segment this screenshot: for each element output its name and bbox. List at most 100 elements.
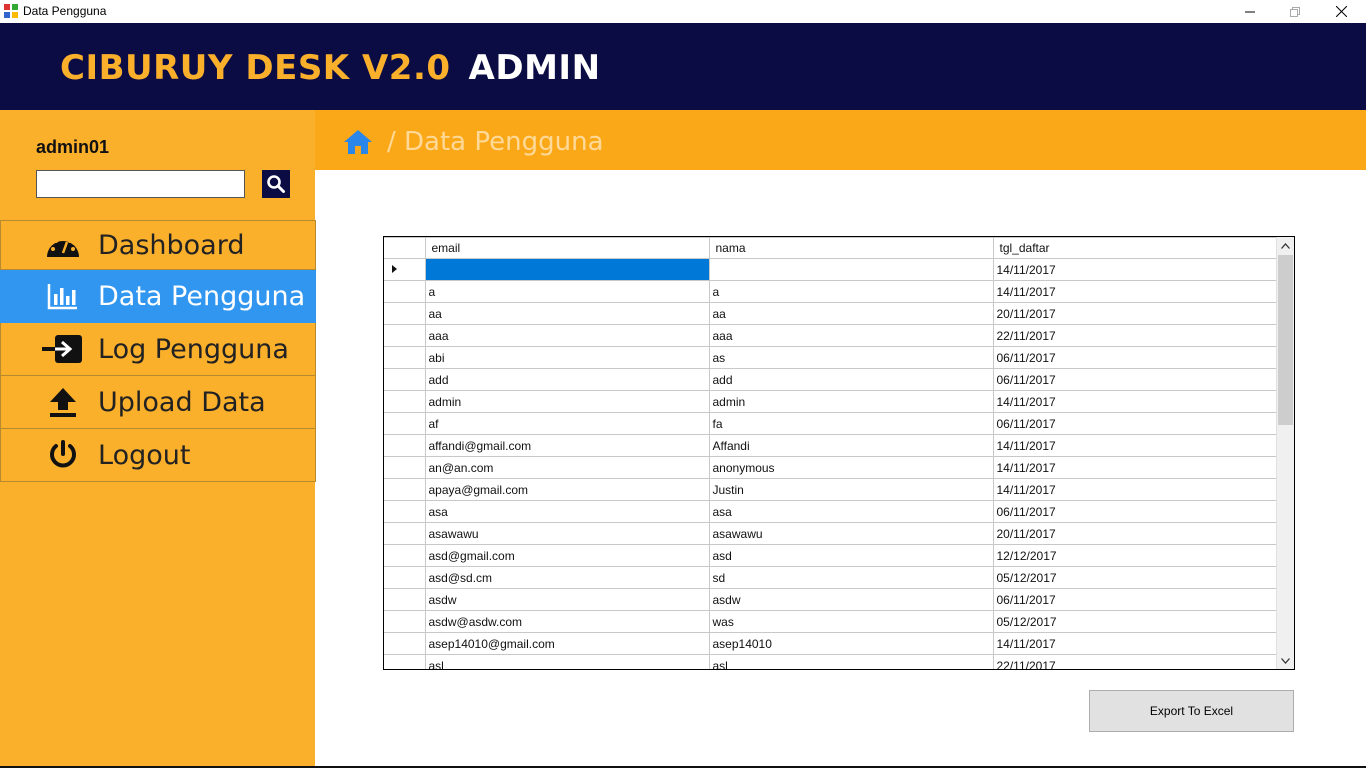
cell-nama[interactable]: a xyxy=(708,280,994,303)
minimize-button[interactable] xyxy=(1227,0,1273,23)
cell-email[interactable]: aa xyxy=(424,302,710,325)
cell-tgl-daftar[interactable]: 20/11/2017 xyxy=(992,302,1278,325)
cell-email[interactable]: a xyxy=(424,280,710,303)
cell-tgl-daftar[interactable]: 06/11/2017 xyxy=(992,346,1278,369)
table-row[interactable]: asl asl 22/11/2017 xyxy=(384,654,1278,669)
cell-tgl-daftar[interactable]: 14/11/2017 xyxy=(992,390,1278,413)
cell-tgl-daftar[interactable]: 06/11/2017 xyxy=(992,412,1278,435)
cell-email[interactable]: affandi@gmail.com xyxy=(424,434,710,457)
cell-nama[interactable]: asl xyxy=(708,654,994,669)
table-row[interactable]: asdw@asdw.com was 05/12/2017 xyxy=(384,610,1278,633)
cell-nama[interactable]: aa xyxy=(708,302,994,325)
column-header-email[interactable]: email xyxy=(424,237,710,259)
home-icon[interactable] xyxy=(343,129,373,155)
cell-nama[interactable]: asd xyxy=(708,544,994,567)
export-to-excel-button[interactable]: Export To Excel xyxy=(1089,690,1294,732)
row-header[interactable] xyxy=(384,302,426,325)
cell-tgl-daftar[interactable]: 14/11/2017 xyxy=(992,258,1278,281)
table-row[interactable]: asa asa 06/11/2017 xyxy=(384,500,1278,523)
row-header[interactable] xyxy=(384,544,426,567)
cell-tgl-daftar[interactable]: 06/11/2017 xyxy=(992,500,1278,523)
data-grid[interactable]: email nama tgl_daftar 14/11/2017 a a 14/11/… xyxy=(383,236,1295,670)
cell-nama[interactable]: asdw xyxy=(708,588,994,611)
table-row[interactable]: apaya@gmail.com Justin 14/11/2017 xyxy=(384,478,1278,501)
cell-email[interactable] xyxy=(424,258,710,281)
row-header[interactable] xyxy=(384,522,426,545)
row-header[interactable] xyxy=(384,654,426,669)
vertical-scrollbar[interactable] xyxy=(1276,237,1294,669)
sidebar-item-data-pengguna[interactable]: Data Pengguna xyxy=(0,270,316,323)
cell-tgl-daftar[interactable]: 14/11/2017 xyxy=(992,632,1278,655)
table-row[interactable]: add add 06/11/2017 xyxy=(384,368,1278,391)
cell-tgl-daftar[interactable]: 14/11/2017 xyxy=(992,478,1278,501)
cell-email[interactable]: an@an.com xyxy=(424,456,710,479)
row-header[interactable] xyxy=(384,390,426,413)
cell-tgl-daftar[interactable]: 22/11/2017 xyxy=(992,654,1278,669)
scroll-up-button[interactable] xyxy=(1277,237,1294,254)
cell-nama[interactable]: add xyxy=(708,368,994,391)
row-header[interactable] xyxy=(384,610,426,633)
cell-tgl-daftar[interactable]: 20/11/2017 xyxy=(992,522,1278,545)
row-header[interactable] xyxy=(384,588,426,611)
cell-nama[interactable]: sd xyxy=(708,566,994,589)
column-header-tgl-daftar[interactable]: tgl_daftar xyxy=(992,237,1278,259)
table-row[interactable]: asd@gmail.com asd 12/12/2017 xyxy=(384,544,1278,567)
cell-tgl-daftar[interactable]: 06/11/2017 xyxy=(992,368,1278,391)
cell-email[interactable]: asep14010@gmail.com xyxy=(424,632,710,655)
cell-nama[interactable]: Affandi xyxy=(708,434,994,457)
table-row[interactable]: an@an.com anonymous 14/11/2017 xyxy=(384,456,1278,479)
row-header[interactable] xyxy=(384,324,426,347)
cell-tgl-daftar[interactable]: 14/11/2017 xyxy=(992,280,1278,303)
cell-email[interactable]: abi xyxy=(424,346,710,369)
cell-nama[interactable]: asa xyxy=(708,500,994,523)
cell-email[interactable]: asd@sd.cm xyxy=(424,566,710,589)
sidebar-item-upload-data[interactable]: Upload Data xyxy=(0,376,316,429)
column-header-nama[interactable]: nama xyxy=(708,237,994,259)
cell-nama[interactable]: was xyxy=(708,610,994,633)
cell-email[interactable]: asl xyxy=(424,654,710,669)
table-row[interactable]: abi as 06/11/2017 xyxy=(384,346,1278,369)
cell-email[interactable]: af xyxy=(424,412,710,435)
row-header[interactable] xyxy=(384,346,426,369)
cell-tgl-daftar[interactable]: 14/11/2017 xyxy=(992,456,1278,479)
table-row[interactable]: aa aa 20/11/2017 xyxy=(384,302,1278,325)
table-row[interactable]: affandi@gmail.com Affandi 14/11/2017 xyxy=(384,434,1278,457)
cell-nama[interactable] xyxy=(708,258,994,281)
cell-nama[interactable]: fa xyxy=(708,412,994,435)
sidebar-item-dashboard[interactable]: Dashboard xyxy=(0,220,316,270)
scrollbar-thumb[interactable] xyxy=(1278,255,1293,425)
cell-nama[interactable]: asawawu xyxy=(708,522,994,545)
scroll-down-button[interactable] xyxy=(1277,652,1294,669)
cell-tgl-daftar[interactable]: 05/12/2017 xyxy=(992,566,1278,589)
row-header[interactable] xyxy=(384,632,426,655)
row-header[interactable] xyxy=(384,500,426,523)
cell-nama[interactable]: anonymous xyxy=(708,456,994,479)
close-button[interactable] xyxy=(1318,0,1364,23)
cell-nama[interactable]: aaa xyxy=(708,324,994,347)
table-row[interactable]: asep14010@gmail.com asep14010 14/11/2017 xyxy=(384,632,1278,655)
row-header[interactable] xyxy=(384,412,426,435)
cell-nama[interactable]: admin xyxy=(708,390,994,413)
row-header[interactable] xyxy=(384,456,426,479)
row-header[interactable] xyxy=(384,434,426,457)
row-header[interactable] xyxy=(384,368,426,391)
table-row[interactable]: asd@sd.cm sd 05/12/2017 xyxy=(384,566,1278,589)
maximize-button[interactable] xyxy=(1272,0,1318,23)
sidebar-item-logout[interactable]: Logout xyxy=(0,429,316,482)
cell-nama[interactable]: asep14010 xyxy=(708,632,994,655)
cell-tgl-daftar[interactable]: 12/12/2017 xyxy=(992,544,1278,567)
sidebar-item-log-pengguna[interactable]: Log Pengguna xyxy=(0,323,316,376)
search-button[interactable] xyxy=(262,170,290,198)
row-header[interactable] xyxy=(384,280,426,303)
cell-email[interactable]: apaya@gmail.com xyxy=(424,478,710,501)
table-row[interactable]: af fa 06/11/2017 xyxy=(384,412,1278,435)
cell-tgl-daftar[interactable]: 22/11/2017 xyxy=(992,324,1278,347)
cell-tgl-daftar[interactable]: 05/12/2017 xyxy=(992,610,1278,633)
cell-email[interactable]: asd@gmail.com xyxy=(424,544,710,567)
table-row[interactable]: aaa aaa 22/11/2017 xyxy=(384,324,1278,347)
cell-nama[interactable]: Justin xyxy=(708,478,994,501)
row-header[interactable] xyxy=(384,566,426,589)
table-row[interactable]: a a 14/11/2017 xyxy=(384,280,1278,303)
cell-email[interactable]: asdw xyxy=(424,588,710,611)
row-header[interactable] xyxy=(384,258,426,281)
